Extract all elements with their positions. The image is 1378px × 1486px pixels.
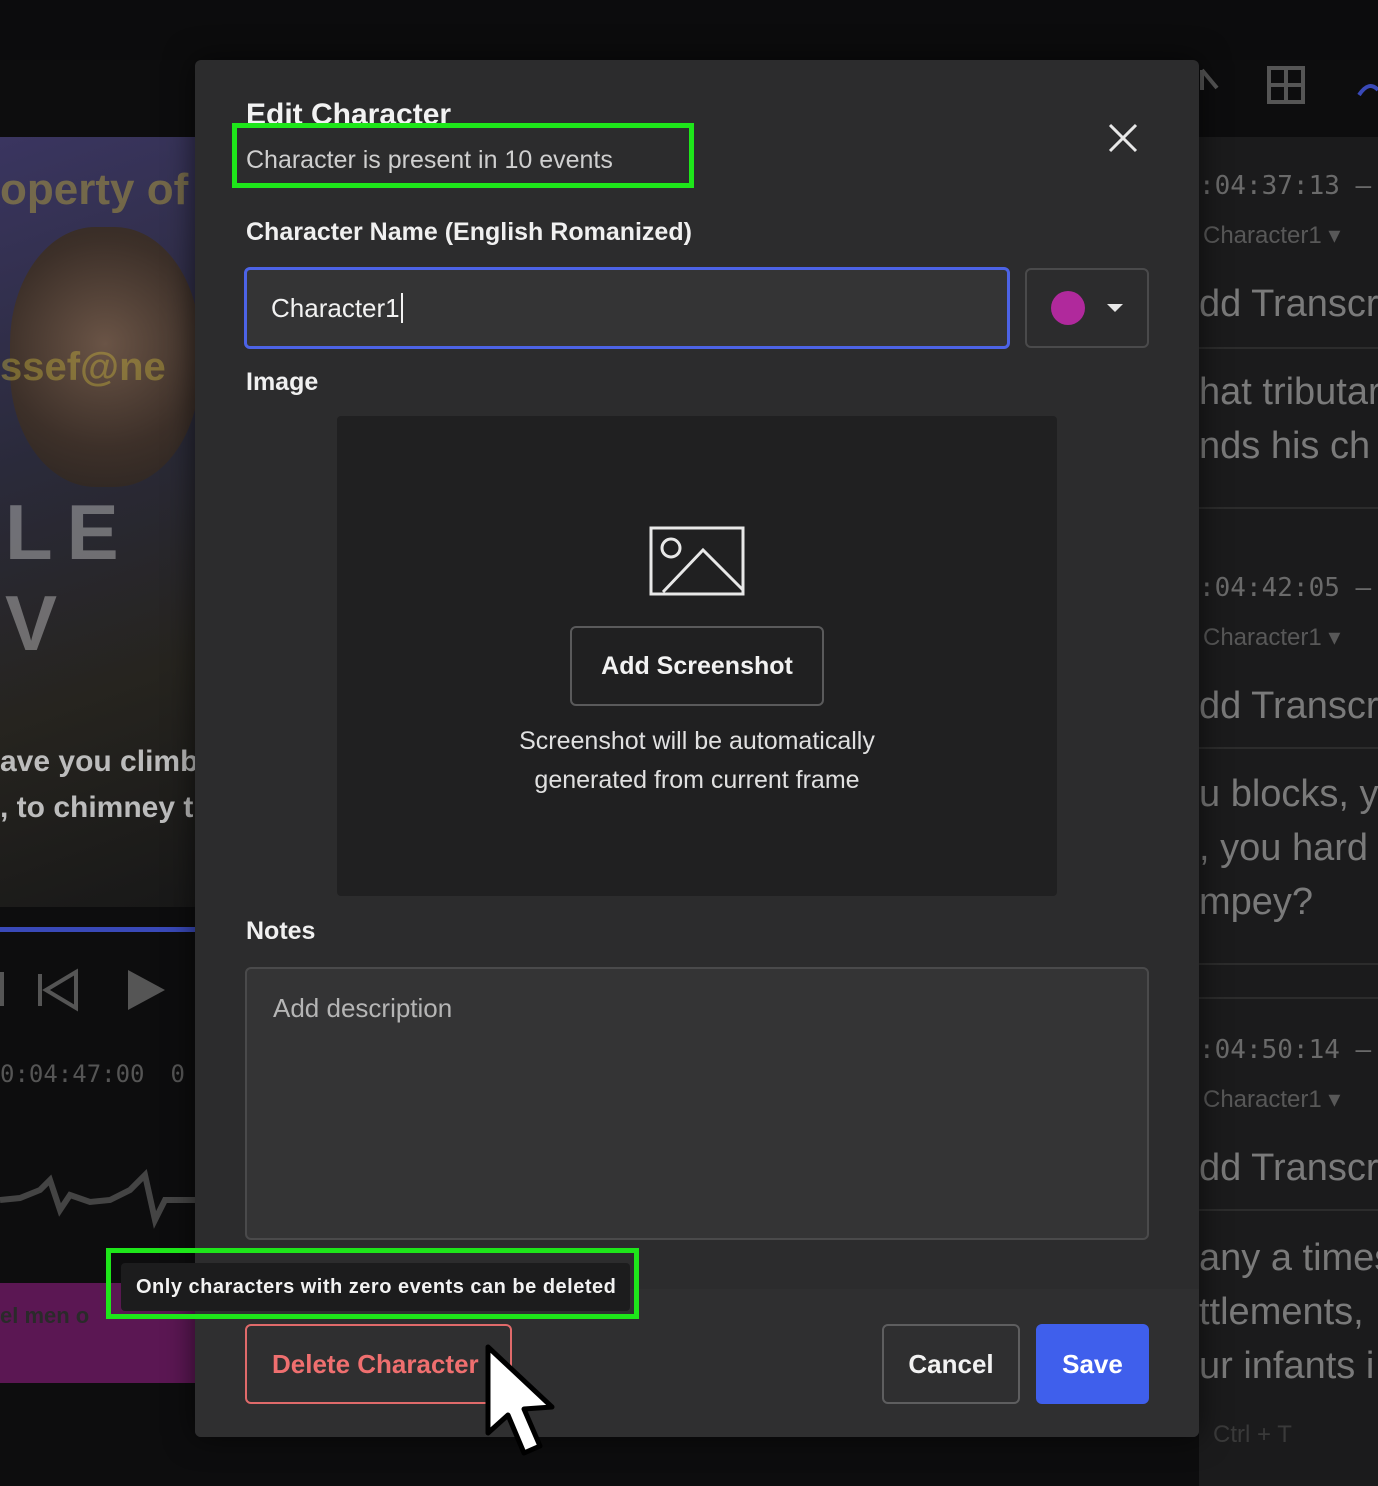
event-line: u blocks, y (1199, 773, 1378, 815)
timeline-timecode: 0:04:47:00 0 (0, 1060, 185, 1088)
event-line: hat tributar (1199, 371, 1378, 413)
video-overlay-text: LE V (5, 488, 133, 667)
event-character: Character1 ▾ (1203, 624, 1341, 651)
event-separator (1199, 963, 1378, 965)
notes-label: Notes (246, 917, 316, 945)
event-line: dd Transcri (1199, 1147, 1378, 1189)
events-panel: :04:37:13 – Character1 ▾ dd Transcri hat… (1199, 137, 1378, 1486)
close-icon (1108, 123, 1138, 153)
event-line: dd Transcri (1199, 283, 1378, 325)
event-line: nds his ch (1199, 425, 1371, 467)
event-character: Character1 ▾ (1203, 222, 1341, 249)
video-progress-bar (0, 927, 195, 932)
screenshot-hint-line: Screenshot will be automatically (519, 727, 875, 755)
event-line: , you hard (1199, 827, 1368, 869)
save-button[interactable]: Save (1036, 1324, 1149, 1404)
image-drop-area: Add Screenshot Screenshot will be automa… (337, 416, 1057, 896)
screenshot-hint: Screenshot will be automatically generat… (337, 722, 1057, 800)
mouse-pointer-icon (485, 1344, 555, 1456)
event-separator (1199, 747, 1378, 749)
event-line: dd Transcri (1199, 685, 1378, 727)
timeline-clip-text: el men o (0, 1303, 90, 1328)
event-timecode: :04:42:05 – (1199, 573, 1372, 603)
text-caret (400, 293, 403, 323)
event-line: any a times (1199, 1237, 1378, 1279)
notes-textarea[interactable] (245, 967, 1149, 1240)
highlight-box (232, 123, 694, 188)
image-label: Image (246, 368, 319, 396)
video-subtitle-line: , to chimney t (0, 791, 194, 824)
image-placeholder-icon (649, 526, 745, 596)
video-watermark: operty of (0, 165, 189, 214)
close-button[interactable] (1101, 116, 1145, 160)
app-top-bar (0, 0, 1378, 60)
video-subtitle-line: ave you climb (0, 745, 195, 778)
screenshot-hint-line: generated from current frame (534, 766, 860, 794)
event-separator (1199, 507, 1378, 509)
skip-back-icon (0, 972, 4, 1006)
event-line: mpey? (1199, 881, 1314, 923)
app-toolbar-icons (1199, 60, 1378, 120)
add-screenshot-button[interactable]: Add Screenshot (570, 626, 824, 706)
event-timecode: :04:50:14 – (1199, 1035, 1372, 1065)
step-back-icon (38, 968, 78, 1012)
video-preview: operty of ssef@ne LE V ave you climb , t… (0, 137, 195, 907)
playback-controls (0, 960, 195, 1020)
event-character: Character1 ▾ (1203, 1086, 1341, 1113)
cancel-button[interactable]: Cancel (882, 1324, 1020, 1404)
video-watermark-email: ssef@ne (0, 345, 166, 389)
delete-character-button[interactable]: Delete Character (245, 1324, 512, 1404)
event-line: ttlements, (1199, 1291, 1364, 1333)
event-line: ur infants i (1199, 1345, 1375, 1387)
chevron-down-icon (1107, 304, 1123, 312)
color-swatch (1051, 291, 1085, 325)
edit-character-dialog: Edit Character Character is present in 1… (195, 60, 1199, 1437)
event-separator (1199, 347, 1378, 349)
audio-waveform (0, 1160, 195, 1240)
event-timecode: :04:37:13 – (1199, 171, 1372, 201)
shortcut-hint: Ctrl + T (1213, 1421, 1292, 1448)
event-separator (1199, 997, 1378, 999)
character-name-label: Character Name (English Romanized) (246, 218, 692, 246)
character-name-input[interactable]: Character1 (244, 267, 1010, 349)
delete-disabled-tooltip: Only characters with zero events can be … (121, 1263, 630, 1311)
event-separator (1199, 1209, 1378, 1211)
color-picker-dropdown[interactable] (1025, 268, 1149, 348)
grid-icon (1267, 66, 1305, 104)
character-name-value: Character1 (271, 292, 400, 323)
play-icon (128, 970, 165, 1010)
